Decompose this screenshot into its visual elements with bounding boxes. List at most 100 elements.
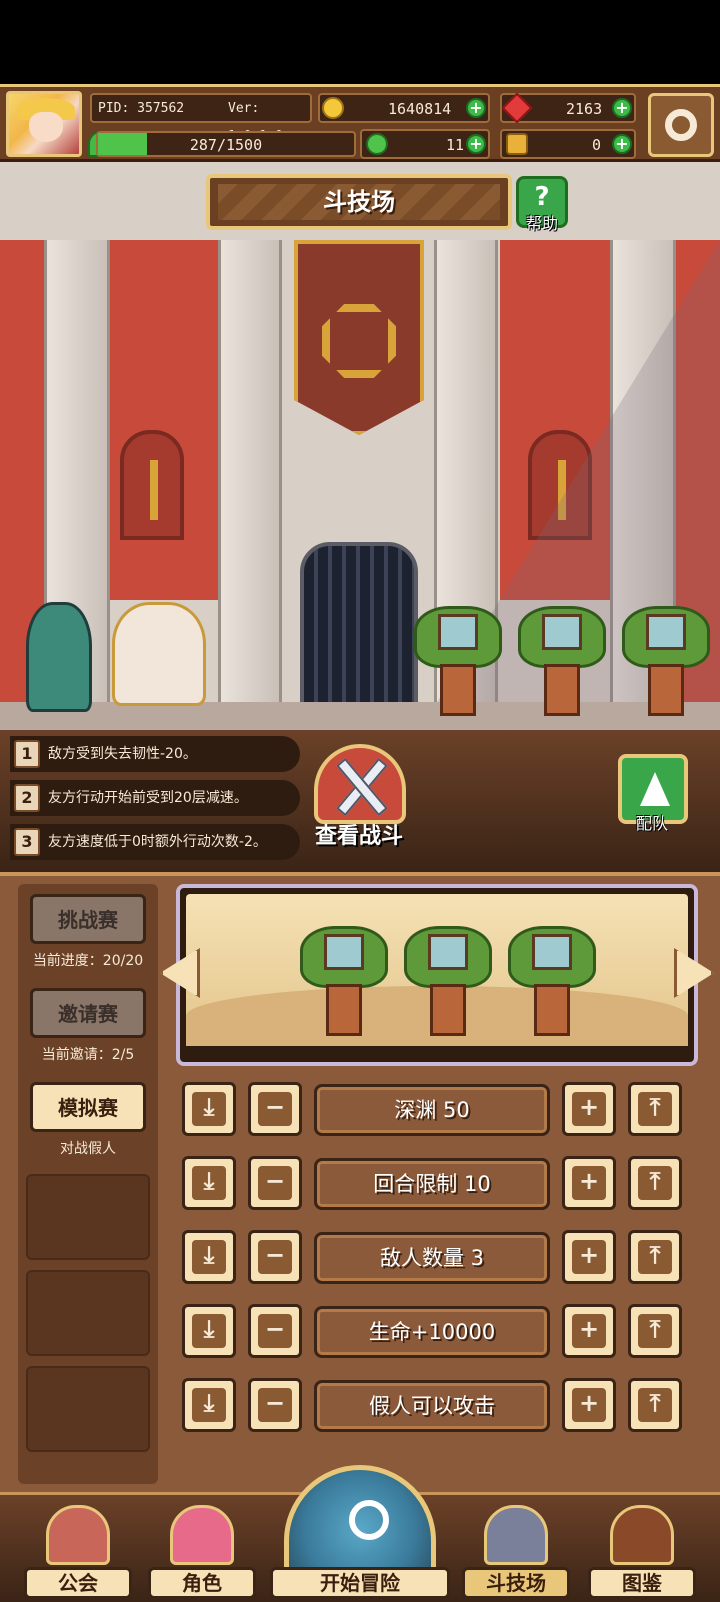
book-icon xyxy=(610,1505,674,1565)
min-icon: ⤓ xyxy=(192,1166,226,1200)
modifier-number: 1 xyxy=(14,740,40,768)
preview-prev-arrow-icon[interactable] xyxy=(160,948,200,998)
set-min-button[interactable]: ⤓ xyxy=(182,1156,236,1210)
min-icon: ⤓ xyxy=(192,1388,226,1422)
increase-button[interactable]: + xyxy=(562,1304,616,1358)
set-max-button[interactable]: ⤒ xyxy=(628,1304,682,1358)
enemy-trunk xyxy=(648,664,684,716)
nav-tab-guild[interactable]: 公会 xyxy=(24,1503,132,1602)
add-gem-button[interactable]: + xyxy=(612,98,632,118)
mode-list: 挑战赛 当前进度：20/20 邀请赛 当前邀请：2/5 模拟赛 对战假人 xyxy=(18,884,158,1484)
crossed-swords-icon xyxy=(314,744,406,824)
setting-value-plate: 敌人数量 3 xyxy=(314,1232,550,1284)
enemy-treant[interactable] xyxy=(518,606,606,716)
view-battle-button[interactable]: 查看战斗 xyxy=(294,738,424,868)
setting-row-enemy-count: ⤓ − 敌人数量 3 + ⤒ xyxy=(182,1228,692,1286)
decrease-button[interactable]: − xyxy=(248,1082,302,1136)
ally-character-bunny[interactable] xyxy=(26,602,92,712)
avatar-face xyxy=(29,112,63,142)
decrease-button[interactable]: − xyxy=(248,1230,302,1284)
challenge-mode-button[interactable]: 挑战赛 xyxy=(30,894,146,944)
arena-panel: 挑战赛 当前进度：20/20 邀请赛 当前邀请：2/5 模拟赛 对战假人 ⤓ −… xyxy=(0,872,720,1492)
add-clover-button[interactable]: + xyxy=(466,134,486,154)
empty-mode-slot xyxy=(26,1366,150,1452)
set-min-button[interactable]: ⤓ xyxy=(182,1304,236,1358)
add-key-button[interactable]: + xyxy=(612,134,632,154)
set-max-button[interactable]: ⤒ xyxy=(628,1082,682,1136)
increase-button[interactable]: + xyxy=(562,1230,616,1284)
set-max-button[interactable]: ⤒ xyxy=(628,1230,682,1284)
add-gold-button[interactable]: + xyxy=(466,98,486,118)
ally-character-princess[interactable] xyxy=(112,602,206,706)
max-icon: ⤒ xyxy=(638,1240,672,1274)
modifier-row: 2 友方行动开始前受到20层减速。 xyxy=(10,780,300,816)
plus-icon: + xyxy=(572,1240,606,1274)
enemy-preview xyxy=(160,884,714,1066)
setting-value: 假人可以攻击 xyxy=(369,1394,495,1418)
setting-row-abyss: ⤓ − 深渊 50 + ⤒ xyxy=(182,1080,692,1138)
set-max-button[interactable]: ⤒ xyxy=(628,1378,682,1432)
increase-button[interactable]: + xyxy=(562,1156,616,1210)
increase-button[interactable]: + xyxy=(562,1378,616,1432)
set-min-button[interactable]: ⤓ xyxy=(182,1082,236,1136)
enemy-treant[interactable] xyxy=(622,606,710,716)
character-icon xyxy=(170,1505,234,1565)
set-min-button[interactable]: ⤓ xyxy=(182,1230,236,1284)
increase-button[interactable]: + xyxy=(562,1082,616,1136)
key-value: 0 xyxy=(592,136,602,154)
setting-value-plate: 假人可以攻击 xyxy=(314,1380,550,1432)
max-icon: ⤒ xyxy=(638,1314,672,1348)
settings-button[interactable] xyxy=(648,93,714,157)
gold-value: 1640814 xyxy=(388,100,452,118)
clover-counter: 11 + xyxy=(360,129,490,159)
pid-version-plate: PID: 357562 Ver: 1.0.1.0 xyxy=(90,93,312,144)
setting-value: 深渊 50 xyxy=(394,1098,470,1122)
enemy-jar xyxy=(532,934,572,970)
key-counter: 0 + xyxy=(500,129,636,159)
mode-simulation: 模拟赛 对战假人 xyxy=(26,1076,150,1166)
team-icon xyxy=(640,772,670,806)
key-icon xyxy=(506,133,528,155)
bottom-nav: 公会 角色 开始冒险 斗技场 图鉴 xyxy=(0,1465,720,1602)
decrease-button[interactable]: − xyxy=(248,1304,302,1358)
simulation-mode-button[interactable]: 模拟赛 xyxy=(30,1082,146,1132)
simulation-subtitle: 对战假人 xyxy=(60,1141,116,1157)
empty-mode-slot xyxy=(26,1174,150,1260)
enemy-jar xyxy=(438,614,478,650)
red-gem-icon xyxy=(501,92,533,124)
arena-scene: 斗技场 ? 帮助 xyxy=(0,162,720,730)
enemy-treant[interactable] xyxy=(414,606,502,716)
player-avatar[interactable] xyxy=(6,91,82,157)
pillar xyxy=(218,240,282,702)
nav-tab-arena[interactable]: 斗技场 xyxy=(462,1503,570,1602)
decrease-button[interactable]: − xyxy=(248,1156,302,1210)
gold-counter: 1640814 + xyxy=(318,93,490,123)
minus-icon: − xyxy=(258,1166,292,1200)
magnifier-icon xyxy=(349,1500,389,1540)
invite-mode-button[interactable]: 邀请赛 xyxy=(30,988,146,1038)
enemy-trunk xyxy=(326,984,362,1036)
start-adventure-button[interactable]: 开始冒险 xyxy=(270,1465,450,1602)
nav-tab-character[interactable]: 角色 xyxy=(148,1503,256,1602)
decrease-button[interactable]: − xyxy=(248,1378,302,1432)
set-max-button[interactable]: ⤒ xyxy=(628,1156,682,1210)
enemy-trunk xyxy=(544,664,580,716)
setting-row-turn-limit: ⤓ − 回合限制 10 + ⤒ xyxy=(182,1154,692,1212)
world-map-icon xyxy=(284,1465,436,1575)
plus-icon: + xyxy=(572,1166,606,1200)
modifier-text: 敌方受到失去韧性-20。 xyxy=(48,746,197,762)
max-icon: ⤒ xyxy=(638,1388,672,1422)
modifier-number: 3 xyxy=(14,828,40,856)
nav-tab-codex[interactable]: 图鉴 xyxy=(588,1503,696,1602)
preview-next-arrow-icon[interactable] xyxy=(674,948,714,998)
set-min-button[interactable]: ⤓ xyxy=(182,1378,236,1432)
setting-row-dummy-attack: ⤓ − 假人可以攻击 + ⤒ xyxy=(182,1376,692,1434)
max-icon: ⤒ xyxy=(638,1166,672,1200)
sword-icon xyxy=(150,460,158,520)
minus-icon: − xyxy=(258,1388,292,1422)
gold-coin-icon xyxy=(322,97,344,119)
min-icon: ⤓ xyxy=(192,1240,226,1274)
modifier-row: 3 友方速度低于0时额外行动次数-2。 xyxy=(10,824,300,860)
minus-icon: − xyxy=(258,1314,292,1348)
wall-alcove xyxy=(120,430,184,540)
